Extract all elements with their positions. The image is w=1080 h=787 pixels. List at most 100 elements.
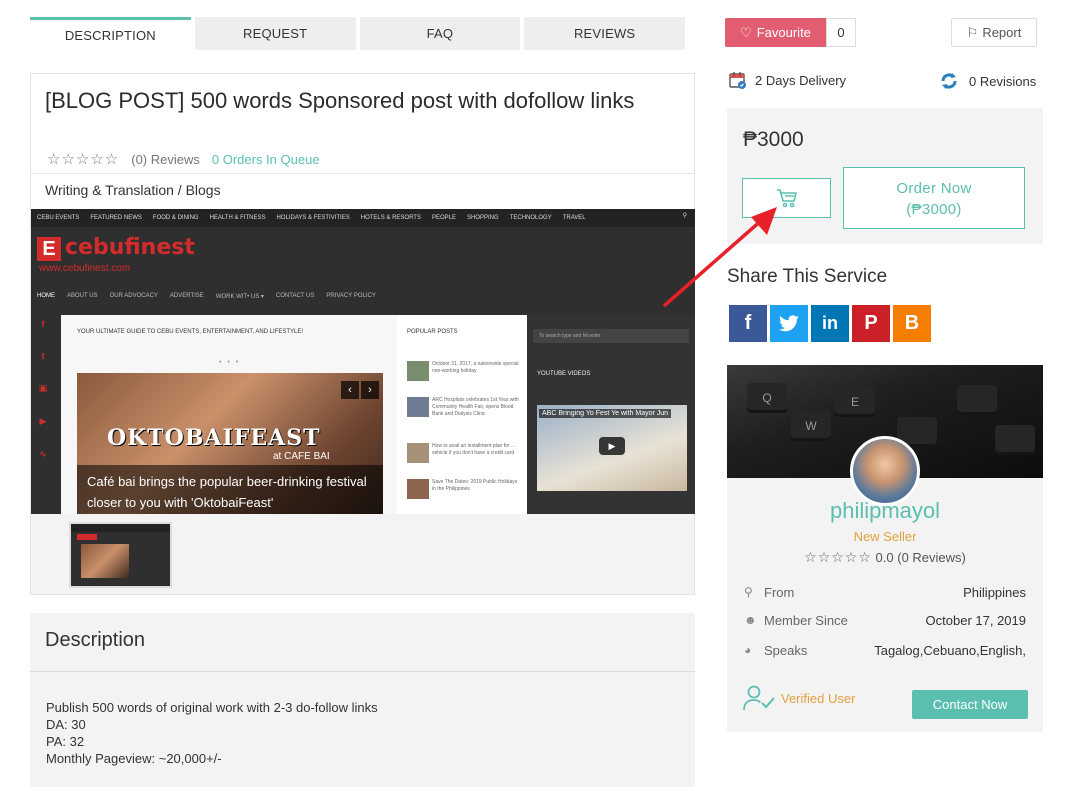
preview-popular-post: Save The Dates: 2019 Public Holidays in … xyxy=(407,479,523,505)
description-line: DA: 30 xyxy=(46,717,86,732)
service-title: [BLOG POST] 500 words Sponsored post wit… xyxy=(45,88,635,113)
from-value: Philippines xyxy=(963,585,1026,600)
facebook-share-button[interactable]: f xyxy=(729,305,767,342)
preview-post-text: How to avail an installment plan for ...… xyxy=(432,443,516,456)
preview-nav-item: SHOPPING xyxy=(467,215,499,221)
description-line: Publish 500 words of original work with … xyxy=(46,700,378,715)
preview-nav-item: TRAVEL xyxy=(562,215,586,221)
report-button[interactable]: ⚐ Report xyxy=(951,18,1037,47)
member-since-value: October 17, 2019 xyxy=(925,613,1026,628)
delivery-time: 2 Days Delivery xyxy=(729,71,846,89)
pinterest-share-button[interactable]: P xyxy=(852,305,890,342)
tab-reviews[interactable]: REVIEWS xyxy=(524,17,685,50)
preview-subnav-item: CONTACT US xyxy=(275,293,315,299)
description-line: Monthly Pageview: ~20,000+/- xyxy=(46,751,222,766)
preview-subnav-item: ADVERTISE xyxy=(169,293,204,299)
tab-description[interactable]: DESCRIPTION xyxy=(30,17,191,50)
refresh-icon xyxy=(941,73,957,89)
preview-nav-item: FOOD & DINING xyxy=(152,215,199,221)
seller-stars: ☆☆☆☆☆ xyxy=(804,549,872,565)
keyboard-key: E xyxy=(835,387,875,417)
favourite-label: Favourite xyxy=(756,25,811,40)
reviews-count[interactable]: (0) Reviews xyxy=(131,152,200,167)
preview-feature-caption-box: Café bai brings the popular beer-drinkin… xyxy=(77,465,383,514)
seller-speaks-row: ◕ Speaks Tagalog,Cebuano,English, xyxy=(744,641,1026,661)
location-pin-icon: ⚲ xyxy=(744,585,753,599)
seller-rating-value: 0.0 xyxy=(875,550,894,565)
preview-instagram-icon: ▣ xyxy=(38,383,48,393)
preview-rss-icon: ∿ xyxy=(39,449,47,459)
preview-nav-item: HOLIDAYS & FESTIVITIES xyxy=(276,215,350,221)
delivery-info: 2 Days Delivery 0 Revisions xyxy=(729,70,1044,92)
flag-icon: ⚐ xyxy=(966,24,979,40)
description-body: Publish 500 words of original work with … xyxy=(46,699,378,767)
description-divider xyxy=(30,671,695,672)
gallery-thumbnail[interactable] xyxy=(69,522,172,588)
blogger-share-button[interactable]: B xyxy=(893,305,931,342)
add-to-cart-button[interactable] xyxy=(742,178,831,218)
preview-content: YOUR ULTIMATE GUIDE TO CEBU EVENTS, ENTE… xyxy=(61,315,397,514)
globe-icon: ◕ xyxy=(744,643,752,657)
speaks-label: Speaks xyxy=(764,643,808,658)
description-line: PA: 32 xyxy=(46,734,85,749)
service-category[interactable]: Writing & Translation / Blogs xyxy=(31,174,694,209)
seller-avatar[interactable] xyxy=(850,436,920,506)
service-header: [BLOG POST] 500 words Sponsored post wit… xyxy=(31,74,694,174)
favourite-button[interactable]: ♡ Favourite xyxy=(725,18,826,47)
thumbnail-logo xyxy=(77,534,97,540)
preview-popular-posts: POPULAR POSTS October 31, 2017, a nation… xyxy=(397,315,527,514)
linkedin-icon: in xyxy=(822,313,838,333)
preview-popular-post: How to avail an installment plan for ...… xyxy=(407,443,523,469)
keyboard-key xyxy=(957,385,997,415)
seller-name[interactable]: philipmayol xyxy=(727,498,1043,524)
preview-post-text: October 31, 2017, a nationwide special n… xyxy=(432,361,519,374)
preview-social-column: f t ▣ ▶ ∿ xyxy=(31,315,55,514)
preview-feature-caption: Café bai brings the popular beer-drinkin… xyxy=(87,474,367,510)
preview-nav-item: HEALTH & FITNESS xyxy=(209,215,266,221)
keyboard-key: W xyxy=(791,411,831,441)
preview-popular-post: ARC Hospitals celebrates 1st Year with C… xyxy=(407,397,523,423)
seller-reviews: (0 Reviews) xyxy=(897,550,966,565)
preview-logo-url: www.cebufinest.com xyxy=(39,263,131,274)
seller-from-row: ⚲ From Philippines xyxy=(744,583,1026,603)
revisions: 0 Revisions xyxy=(939,71,1036,91)
tab-request[interactable]: REQUEST xyxy=(194,17,356,50)
preview-logo-mark: E xyxy=(37,237,61,261)
preview-top-nav: CEBU EVENTS FEATURED NEWS FOOD & DINING … xyxy=(31,209,695,227)
preview-feature-image: ‹ › OKTOBAIFEAST at CAFE BAI Café bai br… xyxy=(77,373,383,514)
preview-video: ABC Bringing Yo Fest Ye with Mayor Jun ▶ xyxy=(537,405,687,491)
service-preview-image[interactable]: CEBU EVENTS FEATURED NEWS FOOD & DINING … xyxy=(31,209,695,514)
preview-nav-item: TECHNOLOGY xyxy=(509,215,552,221)
contact-now-button[interactable]: Contact Now xyxy=(912,690,1028,719)
preview-subnav-item: WORK WIT• US ▾ xyxy=(215,293,264,300)
facebook-icon: f xyxy=(744,312,752,334)
favourite-count: 0 xyxy=(826,18,856,47)
order-now-label: Order Now xyxy=(896,180,972,197)
heart-icon: ♡ xyxy=(740,24,752,40)
linkedin-share-button[interactable]: in xyxy=(811,305,849,342)
cart-icon xyxy=(776,189,797,208)
share-buttons: f in P B xyxy=(729,305,931,342)
preview-post-thumb xyxy=(407,397,429,417)
verified-user: Verified User xyxy=(743,685,855,711)
preview-nav-item: PEOPLE xyxy=(431,215,456,221)
seller-rating: ☆☆☆☆☆ 0.0 (0 Reviews) xyxy=(727,549,1043,566)
preview-slider-dots: • • • xyxy=(219,359,241,366)
play-icon: ▶ xyxy=(599,437,625,455)
twitter-share-button[interactable] xyxy=(770,305,808,342)
preview-subnav-item: PRIVACY POLICY xyxy=(326,293,376,299)
preview-post-thumb xyxy=(407,443,429,463)
preview-nav-item: CEBU EVENTS xyxy=(37,215,80,221)
share-title: Share This Service xyxy=(727,266,888,287)
tab-faq[interactable]: FAQ xyxy=(359,17,521,50)
preview-logo: E cebufinest www.cebufinest.com xyxy=(37,235,195,275)
delivery-days: 2 Days Delivery xyxy=(755,72,847,88)
rating-stars: ☆☆☆☆☆ xyxy=(47,151,120,168)
order-now-button[interactable]: Order Now (₱3000) xyxy=(843,167,1025,229)
keyboard-key: Q xyxy=(747,383,787,413)
description-heading: Description xyxy=(45,629,146,651)
seller-card: Q W E philipmayol New Seller ☆☆☆☆☆ 0.0 (… xyxy=(727,365,1043,732)
service-price: ₱3000 xyxy=(743,128,804,151)
service-card: [BLOG POST] 500 words Sponsored post wit… xyxy=(30,73,695,595)
preview-slider-arrows: ‹ › xyxy=(341,381,379,399)
